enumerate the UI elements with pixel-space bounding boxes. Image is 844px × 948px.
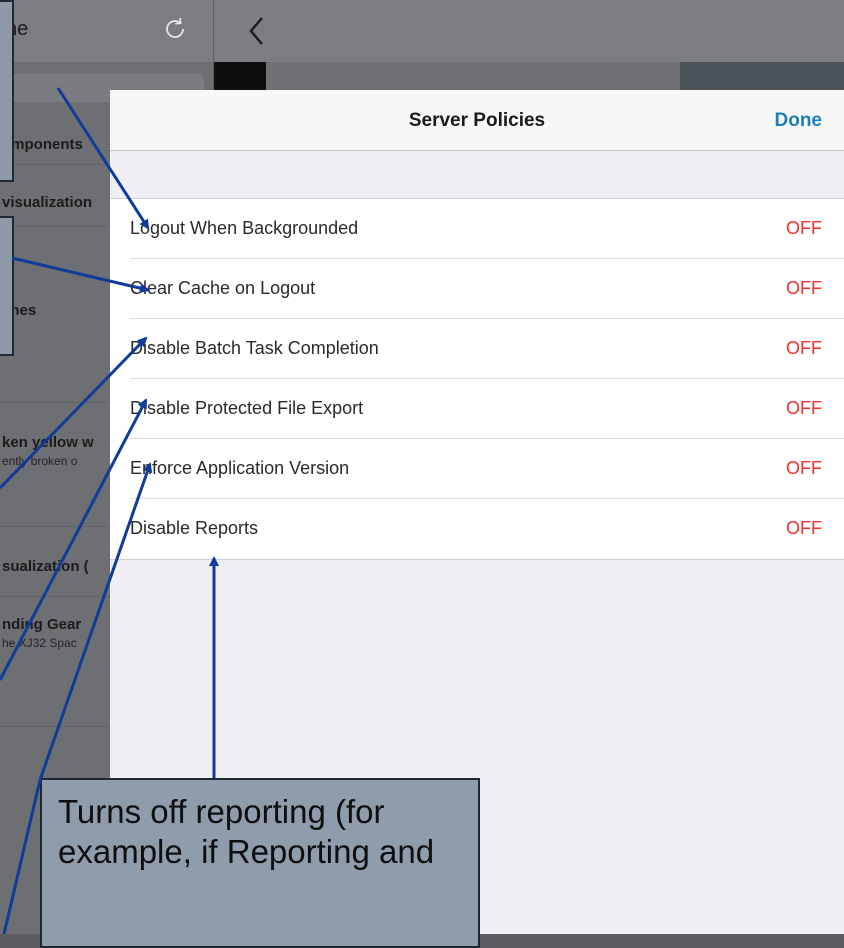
policy-label: Disable Reports (130, 518, 259, 538)
policy-label: Enforce Application Version (130, 458, 350, 478)
sidebar-item-title: visualization (2, 194, 93, 211)
policy-value: OFF (786, 218, 822, 238)
policy-row-disable-protected-file-export[interactable]: Disable Protected File Export OFF (110, 379, 844, 439)
modal-title: Server Policies (408, 110, 546, 131)
policy-row-logout-when-backgrounded[interactable]: Logout When Backgrounded OFF (110, 199, 844, 259)
policy-row-disable-batch-task-completion[interactable]: Disable Batch Task Completion OFF (110, 319, 844, 379)
sidebar-item-title: ken yellow w (2, 434, 94, 451)
sidebar-item-title: omponents (2, 136, 83, 153)
pane-divider (213, 0, 214, 62)
policy-value: OFF (786, 398, 822, 418)
policy-value: OFF (786, 518, 822, 538)
refresh-icon[interactable] (160, 14, 190, 44)
annotation-callout-box: Turns off reporting (for example, if Rep… (40, 778, 480, 948)
policy-label: Disable Protected File Export (130, 398, 364, 418)
policy-row-disable-reports[interactable]: Disable Reports OFF (110, 499, 844, 559)
done-button[interactable]: Done (775, 110, 823, 132)
sidebar-item-title: sualization ( (2, 558, 89, 575)
detail-header-strip (266, 62, 680, 92)
policy-value: OFF (786, 458, 822, 478)
policy-label: Logout When Backgrounded (130, 218, 359, 238)
policy-row-clear-cache-on-logout[interactable]: Clear Cache on Logout OFF (110, 259, 844, 319)
policies-list: Logout When Backgrounded OFF Clear Cache… (110, 198, 844, 560)
policy-label: Disable Batch Task Completion (130, 338, 379, 358)
detail-header-right-block (680, 62, 844, 92)
policy-value: OFF (786, 338, 822, 358)
callout-box-edge (0, 216, 14, 356)
chevron-left-icon[interactable] (246, 14, 268, 48)
sidebar-item-subtitle: he XJ32 Spac (2, 636, 77, 650)
policy-value: OFF (786, 278, 822, 298)
sidebar-item-title: nding Gear (2, 616, 82, 633)
sidebar-item-subtitle: ently broken o (2, 454, 78, 468)
modal-navigation-bar: Server Policies Done (110, 90, 844, 151)
policy-label: Clear Cache on Logout (130, 278, 316, 298)
policy-row-enforce-application-version[interactable]: Enforce Application Version OFF (110, 439, 844, 499)
callout-box-edge (0, 0, 14, 182)
top-navigation-bar: he (0, 0, 844, 63)
detail-header-dark-block (214, 62, 266, 92)
